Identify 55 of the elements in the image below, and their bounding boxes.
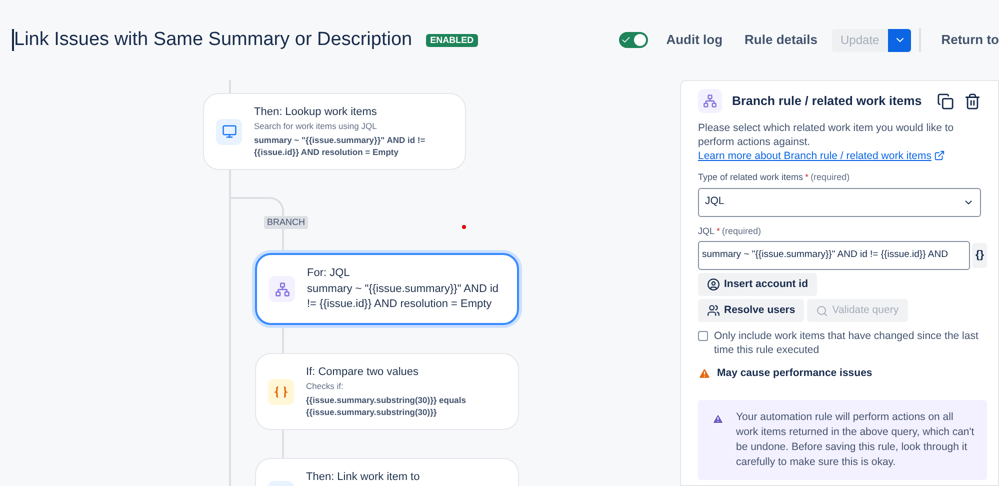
required-mark: *	[716, 224, 720, 238]
smart-value-button[interactable]: {}	[972, 243, 987, 268]
status-badge: ENABLED	[426, 34, 478, 46]
enable-toggle[interactable]	[619, 32, 648, 48]
required-mark: *	[805, 171, 809, 184]
warning-icon	[698, 367, 711, 380]
step-title: If: Compare two values	[306, 365, 420, 379]
panel-intro: Please select which related work item you would like to perform actions against. Learn more about Branch rule / related work items	[698, 121, 955, 163]
users-icon	[707, 304, 720, 317]
field-label: Type of related work items	[698, 171, 804, 184]
warning-icon	[712, 412, 724, 425]
panel-title: Branch rule / related work items	[732, 92, 923, 110]
action-button[interactable]: Insert account id	[698, 273, 818, 296]
step-title: For: JQL	[307, 266, 351, 280]
step-detail: summary ~ "{{issue.summary}}" AND id != {{issue.id}} AND resolution = Empty	[254, 134, 426, 158]
type-select[interactable]: JQL	[698, 188, 981, 216]
rule-step-card[interactable]: For: JQL summary ~ "{{issue.summary}}" AND id != {{issue.id}} AND resolution = Empty	[255, 253, 519, 325]
jql-input[interactable]: summary ~ "{{issue.summary}}" AND id != {{issue.id}} AND	[698, 241, 970, 270]
hierarchy-icon	[269, 276, 295, 302]
notice-text: Your automation rule will perform actions on all work items returned in the above query, which can't be undone. Before saving this rule, look through it carefully to make sure this is okay.	[736, 410, 976, 470]
step-title: Then: Link work item to	[306, 470, 421, 484]
step-title: Then: Lookup work items	[254, 105, 378, 119]
delete-button[interactable]	[964, 92, 981, 110]
required-note: (required)	[722, 224, 762, 238]
copy-button[interactable]	[937, 92, 954, 110]
check-icon	[621, 35, 632, 45]
required-note: (required)	[810, 171, 850, 184]
braces-icon	[268, 378, 294, 404]
action-button[interactable]: Resolve users	[698, 299, 804, 322]
warning-text: May cause performance issues	[717, 366, 872, 381]
trash-icon	[964, 92, 981, 110]
step-subtitle: Checks if:	[306, 381, 344, 392]
monitor-icon	[216, 118, 242, 144]
rule-step-card[interactable]: Then: Link work item to	[255, 458, 519, 486]
update-menu-button[interactable]	[888, 28, 912, 52]
rule-title[interactable]: Link Issues with Same Summary or Description	[12, 29, 412, 51]
copy-icon	[937, 92, 954, 110]
rule-step-card[interactable]: If: Compare two values Checks if: {{issue.summary.substring(30)}} equals {{issue.summary.substring(30)}}	[255, 353, 519, 430]
rule-details-link[interactable]: Rule details	[744, 30, 818, 50]
step-description: summary ~ "{{issue.summary}}" AND id != {{issue.id}} AND resolution = Empty	[307, 282, 500, 312]
step-subtitle: Search for work items using JQL	[254, 121, 378, 132]
toggle-knob	[634, 34, 646, 46]
step-detail: {{issue.summary.substring(30)}} equals {{issue.summary.substring(30)}}	[306, 394, 467, 418]
audit-log-link[interactable]: Audit log	[666, 30, 723, 50]
field-label: JQL	[698, 224, 715, 238]
return-link[interactable]: Return to	[941, 30, 999, 50]
external-link-icon	[934, 150, 946, 161]
checkbox-label: Only include work items that have changed since the last time this rule executed	[714, 329, 980, 357]
rule-step-card[interactable]: Then: Lookup work items Search for work items using JQL summary ~ "{{issue.summary}}" AND id != {{issue.id}} AND resolution = Empty	[203, 93, 466, 170]
search-icon	[816, 304, 828, 316]
user-icon	[707, 278, 720, 291]
checkbox[interactable]	[698, 331, 708, 341]
branch-label: BRANCH	[264, 216, 308, 229]
learn-more-link[interactable]: Learn more about Branch rule / related work items	[698, 150, 932, 162]
hierarchy-icon	[698, 89, 722, 113]
